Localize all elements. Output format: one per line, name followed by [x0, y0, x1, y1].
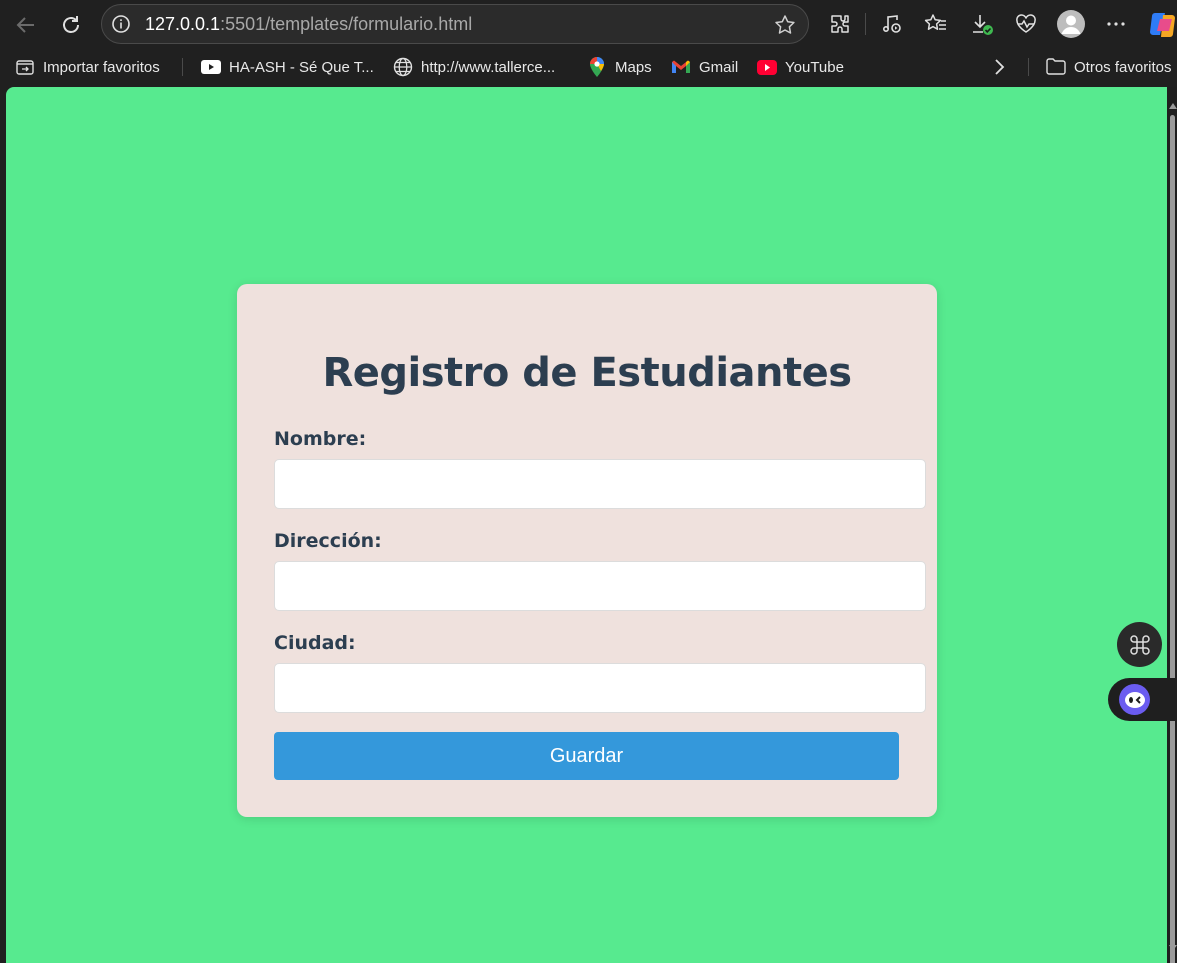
bookmark-maps[interactable]: Maps: [587, 56, 652, 78]
bookmark-label: YouTube: [785, 58, 844, 76]
more-icon[interactable]: [1103, 11, 1129, 37]
downloads-icon[interactable]: [969, 11, 995, 37]
bookmarks-separator: [1028, 58, 1029, 76]
refresh-icon[interactable]: [55, 9, 87, 41]
bookmark-label: Otros favoritos: [1074, 58, 1172, 76]
address-label: Dirección:: [274, 530, 382, 552]
url-text[interactable]: 127.0.0.1:5501/templates/formulario.html: [145, 14, 472, 35]
import-icon: [15, 57, 35, 77]
back-icon[interactable]: [10, 9, 42, 41]
maps-icon: [587, 57, 607, 77]
bot-icon: [1119, 684, 1150, 715]
media-icon[interactable]: [879, 11, 905, 37]
gmail-icon: [671, 57, 691, 77]
scrollbar[interactable]: [1167, 87, 1177, 963]
bookmark-import-favorites[interactable]: Importar favoritos: [15, 56, 160, 78]
form-card: Registro de Estudiantes Nombre: Direcció…: [237, 284, 937, 817]
bookmark-youtube[interactable]: YouTube: [757, 56, 844, 78]
youtube-icon: [757, 57, 777, 77]
save-button[interactable]: Guardar: [274, 732, 899, 780]
bookmarks-separator: [182, 58, 183, 76]
browser-toolbar: 127.0.0.1:5501/templates/formulario.html: [0, 0, 1177, 48]
health-icon[interactable]: [1013, 11, 1039, 37]
address-input[interactable]: [274, 561, 926, 611]
bookmark-label: Gmail: [699, 58, 739, 76]
copilot-icon[interactable]: [1149, 9, 1177, 39]
bookmark-label: HA-ASH - Sé Que T...: [229, 58, 374, 76]
chevron-right-icon[interactable]: [992, 56, 1006, 78]
url-path: :5501/templates/formulario.html: [220, 14, 473, 34]
scroll-up-arrow-icon[interactable]: [1169, 103, 1177, 109]
favorites-icon[interactable]: [923, 11, 949, 37]
address-bar[interactable]: 127.0.0.1:5501/templates/formulario.html: [101, 4, 809, 44]
bookmark-other-favorites[interactable]: Otros favoritos: [1046, 56, 1172, 78]
folder-icon: [1046, 57, 1066, 77]
command-icon[interactable]: [1117, 622, 1162, 667]
url-host: 127.0.0.1: [145, 14, 221, 34]
city-input[interactable]: [274, 663, 926, 713]
toolbar-separator: [865, 13, 866, 35]
bookmarks-bar: Importar favoritos HA-ASH - Sé Que T... …: [0, 48, 1177, 86]
bookmark-tallerce[interactable]: http://www.tallerce...: [393, 56, 555, 78]
profile-icon[interactable]: [1056, 9, 1086, 39]
form-title: Registro de Estudiantes: [322, 350, 852, 396]
star-icon[interactable]: [774, 14, 796, 36]
scroll-down-arrow-icon[interactable]: [1169, 945, 1177, 951]
youtube-video-icon: [201, 57, 221, 77]
bookmark-label: Maps: [615, 58, 652, 76]
name-label: Nombre:: [274, 428, 367, 450]
city-label: Ciudad:: [274, 632, 356, 654]
name-input[interactable]: [274, 459, 926, 509]
bookmark-ha-ash[interactable]: HA-ASH - Sé Que T...: [201, 56, 374, 78]
extensions-icon[interactable]: [827, 11, 853, 37]
globe-icon: [393, 57, 413, 77]
bookmark-gmail[interactable]: Gmail: [671, 56, 738, 78]
bookmark-label: Importar favoritos: [43, 58, 160, 76]
bookmark-label: http://www.tallerce...: [421, 58, 556, 76]
assistant-widget[interactable]: [1108, 678, 1177, 721]
scrollbar-thumb[interactable]: [1170, 115, 1175, 963]
info-icon[interactable]: [111, 14, 131, 34]
page-viewport: Registro de Estudiantes Nombre: Direcció…: [6, 87, 1167, 963]
